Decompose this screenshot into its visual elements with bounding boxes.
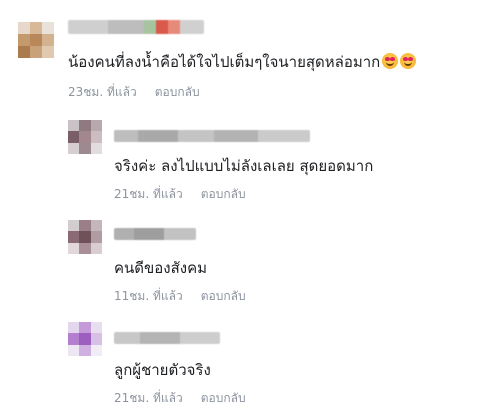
comment-timestamp: 21ชม. ที่แล้ว: [114, 187, 183, 201]
comment-text-content: จริงค่ะ ลงไปแบบไม่ลังเลเลย สุดยอดมาก: [114, 157, 374, 175]
avatar[interactable]: [68, 220, 102, 254]
comment-4: ลูกผู้ชายตัวจริง 21ชม. ที่แล้ว ตอบกลับ: [0, 314, 500, 409]
reply-button[interactable]: ตอบกลับ: [155, 85, 200, 99]
reply-button[interactable]: ตอบกลับ: [201, 187, 246, 201]
commenter-name-redacted[interactable]: [114, 130, 310, 142]
avatar[interactable]: [68, 120, 102, 154]
comment-meta: 11ชม. ที่แล้ว ตอบกลับ: [114, 288, 246, 304]
comment-text: น้องคนที่ลงน้ำคือได้ใจไปเต็มๆใจนายสุดหล่…: [68, 52, 417, 72]
commenter-name-redacted[interactable]: [114, 228, 196, 240]
comment-text-content: น้องคนที่ลงน้ำคือได้ใจไปเต็มๆใจนายสุดหล่…: [68, 53, 381, 71]
comment-text: จริงค่ะ ลงไปแบบไม่ลังเลเลย สุดยอดมาก: [114, 156, 373, 176]
comment-text-content: คนดีของสังคม: [114, 259, 208, 277]
smiling-face-with-heart-eyes-emoji: [382, 53, 399, 69]
smiling-face-with-heart-eyes-emoji: [400, 53, 417, 69]
reply-button[interactable]: ตอบกลับ: [201, 289, 246, 303]
comment-timestamp: 21ชม. ที่แล้ว: [114, 391, 183, 405]
comment-timestamp: 23ชม. ที่แล้ว: [68, 85, 137, 99]
commenter-name-redacted[interactable]: [68, 20, 204, 34]
avatar[interactable]: [18, 22, 54, 58]
comment-meta: 23ชม. ที่แล้ว ตอบกลับ: [68, 84, 200, 100]
comment-text: คนดีของสังคม: [114, 258, 207, 278]
comment-meta: 21ชม. ที่แล้ว ตอบกลับ: [114, 390, 246, 406]
comment-text: ลูกผู้ชายตัวจริง: [114, 360, 211, 380]
reply-button[interactable]: ตอบกลับ: [201, 391, 246, 405]
avatar[interactable]: [68, 322, 102, 356]
commenter-name-redacted[interactable]: [114, 332, 220, 344]
comment-meta: 21ชม. ที่แล้ว ตอบกลับ: [114, 186, 246, 202]
comment-text-content: ลูกผู้ชายตัวจริง: [114, 361, 211, 379]
comment-1: น้องคนที่ลงน้ำคือได้ใจไปเต็มๆใจนายสุดหล่…: [0, 0, 500, 110]
comment-3: คนดีของสังคม 11ชม. ที่แล้ว ตอบกลับ: [0, 210, 500, 306]
comment-timestamp: 11ชม. ที่แล้ว: [114, 289, 183, 303]
comment-2: จริงค่ะ ลงไปแบบไม่ลังเลเลย สุดยอดมาก 21ช…: [0, 110, 500, 206]
